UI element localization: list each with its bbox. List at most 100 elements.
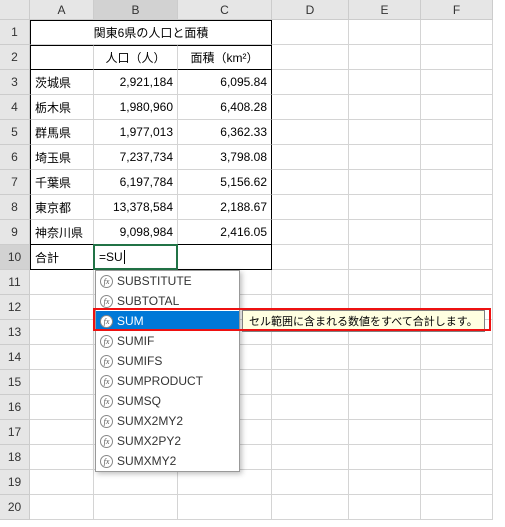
cell-E4[interactable] xyxy=(349,95,421,120)
cell-E16[interactable] xyxy=(349,395,421,420)
cell-F3[interactable] xyxy=(421,70,493,95)
row-header-4[interactable]: 4 xyxy=(0,95,30,120)
pop-2[interactable]: 1,980,960 xyxy=(94,95,178,120)
row-header-11[interactable]: 11 xyxy=(0,270,30,295)
area-2[interactable]: 6,408.28 xyxy=(178,95,272,120)
cell-D17[interactable] xyxy=(272,420,349,445)
header-area[interactable]: 面積（km²） xyxy=(178,45,272,70)
suggest-sumproduct[interactable]: fxSUMPRODUCT xyxy=(96,371,239,391)
cell-D8[interactable] xyxy=(272,195,349,220)
pref-7[interactable]: 神奈川県 xyxy=(30,220,94,245)
cell-F4[interactable] xyxy=(421,95,493,120)
row-header-3[interactable]: 3 xyxy=(0,70,30,95)
pop-4[interactable]: 7,237,734 xyxy=(94,145,178,170)
cell-D16[interactable] xyxy=(272,395,349,420)
cell-D6[interactable] xyxy=(272,145,349,170)
total-label[interactable]: 合計 xyxy=(30,245,94,270)
area-3[interactable]: 6,362.33 xyxy=(178,120,272,145)
cell-D4[interactable] xyxy=(272,95,349,120)
suggest-subtotal[interactable]: fxSUBTOTAL xyxy=(96,291,239,311)
pop-1[interactable]: 2,921,184 xyxy=(94,70,178,95)
cell-F11[interactable] xyxy=(421,270,493,295)
cell-F6[interactable] xyxy=(421,145,493,170)
suggest-sumx2py2[interactable]: fxSUMX2PY2 xyxy=(96,431,239,451)
col-header-c[interactable]: C xyxy=(178,0,272,20)
cell-D9[interactable] xyxy=(272,220,349,245)
cell-D2[interactable] xyxy=(272,45,349,70)
col-header-f[interactable]: F xyxy=(421,0,493,20)
cell-F8[interactable] xyxy=(421,195,493,220)
cell-E17[interactable] xyxy=(349,420,421,445)
col-header-b[interactable]: B xyxy=(94,0,178,20)
cell-E9[interactable] xyxy=(349,220,421,245)
cell-A18[interactable] xyxy=(30,445,94,470)
cell-E14[interactable] xyxy=(349,345,421,370)
row-header-15[interactable]: 15 xyxy=(0,370,30,395)
cell-E20[interactable] xyxy=(349,495,421,520)
row-header-6[interactable]: 6 xyxy=(0,145,30,170)
pop-5[interactable]: 6,197,784 xyxy=(94,170,178,195)
title-cell[interactable]: 関東6県の人口と面積 xyxy=(94,20,178,45)
area-7[interactable]: 2,416.05 xyxy=(178,220,272,245)
cell-F1[interactable] xyxy=(421,20,493,45)
cell-A19[interactable] xyxy=(30,470,94,495)
cell-F20[interactable] xyxy=(421,495,493,520)
cell-E15[interactable] xyxy=(349,370,421,395)
suggest-sumxmy2[interactable]: fxSUMXMY2 xyxy=(96,451,239,471)
cell-D3[interactable] xyxy=(272,70,349,95)
cell-F15[interactable] xyxy=(421,370,493,395)
cell-A2[interactable] xyxy=(30,45,94,70)
row-header-13[interactable]: 13 xyxy=(0,320,30,345)
cell-D11[interactable] xyxy=(272,270,349,295)
col-header-d[interactable]: D xyxy=(272,0,349,20)
row-header-16[interactable]: 16 xyxy=(0,395,30,420)
cell-E5[interactable] xyxy=(349,120,421,145)
row-header-9[interactable]: 9 xyxy=(0,220,30,245)
row-header-8[interactable]: 8 xyxy=(0,195,30,220)
col-header-a[interactable]: A xyxy=(30,0,94,20)
cell-E18[interactable] xyxy=(349,445,421,470)
cell-E3[interactable] xyxy=(349,70,421,95)
row-header-5[interactable]: 5 xyxy=(0,120,30,145)
cell-D19[interactable] xyxy=(272,470,349,495)
cell-A12[interactable] xyxy=(30,295,94,320)
row-header-2[interactable]: 2 xyxy=(0,45,30,70)
pref-6[interactable]: 東京都 xyxy=(30,195,94,220)
cell-F16[interactable] xyxy=(421,395,493,420)
cell-E2[interactable] xyxy=(349,45,421,70)
cell-D1[interactable] xyxy=(272,20,349,45)
row-header-14[interactable]: 14 xyxy=(0,345,30,370)
pop-6[interactable]: 13,378,584 xyxy=(94,195,178,220)
row-header-18[interactable]: 18 xyxy=(0,445,30,470)
cell-F17[interactable] xyxy=(421,420,493,445)
cell-E1[interactable] xyxy=(349,20,421,45)
cell-F2[interactable] xyxy=(421,45,493,70)
cell-A16[interactable] xyxy=(30,395,94,420)
pop-7[interactable]: 9,098,984 xyxy=(94,220,178,245)
suggest-sumx2my2[interactable]: fxSUMX2MY2 xyxy=(96,411,239,431)
cell-D5[interactable] xyxy=(272,120,349,145)
row-header-19[interactable]: 19 xyxy=(0,470,30,495)
cell-F10[interactable] xyxy=(421,245,493,270)
row-header-10[interactable]: 10 xyxy=(0,245,30,270)
function-suggest-popup[interactable]: fxSUBSTITUTEfxSUBTOTALfxSUMfxSUMIFfxSUMI… xyxy=(95,270,240,472)
row-header-17[interactable]: 17 xyxy=(0,420,30,445)
cell-F5[interactable] xyxy=(421,120,493,145)
cell-D14[interactable] xyxy=(272,345,349,370)
row-header-12[interactable]: 12 xyxy=(0,295,30,320)
cell-B20[interactable] xyxy=(94,495,178,520)
cell-B19[interactable] xyxy=(94,470,178,495)
cell-A11[interactable] xyxy=(30,270,94,295)
cell-E10[interactable] xyxy=(349,245,421,270)
area-5[interactable]: 5,156.62 xyxy=(178,170,272,195)
pop-3[interactable]: 1,977,013 xyxy=(94,120,178,145)
cell-E8[interactable] xyxy=(349,195,421,220)
cell-F7[interactable] xyxy=(421,170,493,195)
cell-A13[interactable] xyxy=(30,320,94,345)
suggest-substitute[interactable]: fxSUBSTITUTE xyxy=(96,271,239,291)
row-header-20[interactable]: 20 xyxy=(0,495,30,520)
cell-E19[interactable] xyxy=(349,470,421,495)
pref-5[interactable]: 千葉県 xyxy=(30,170,94,195)
suggest-sumif[interactable]: fxSUMIF xyxy=(96,331,239,351)
area-6[interactable]: 2,188.67 xyxy=(178,195,272,220)
